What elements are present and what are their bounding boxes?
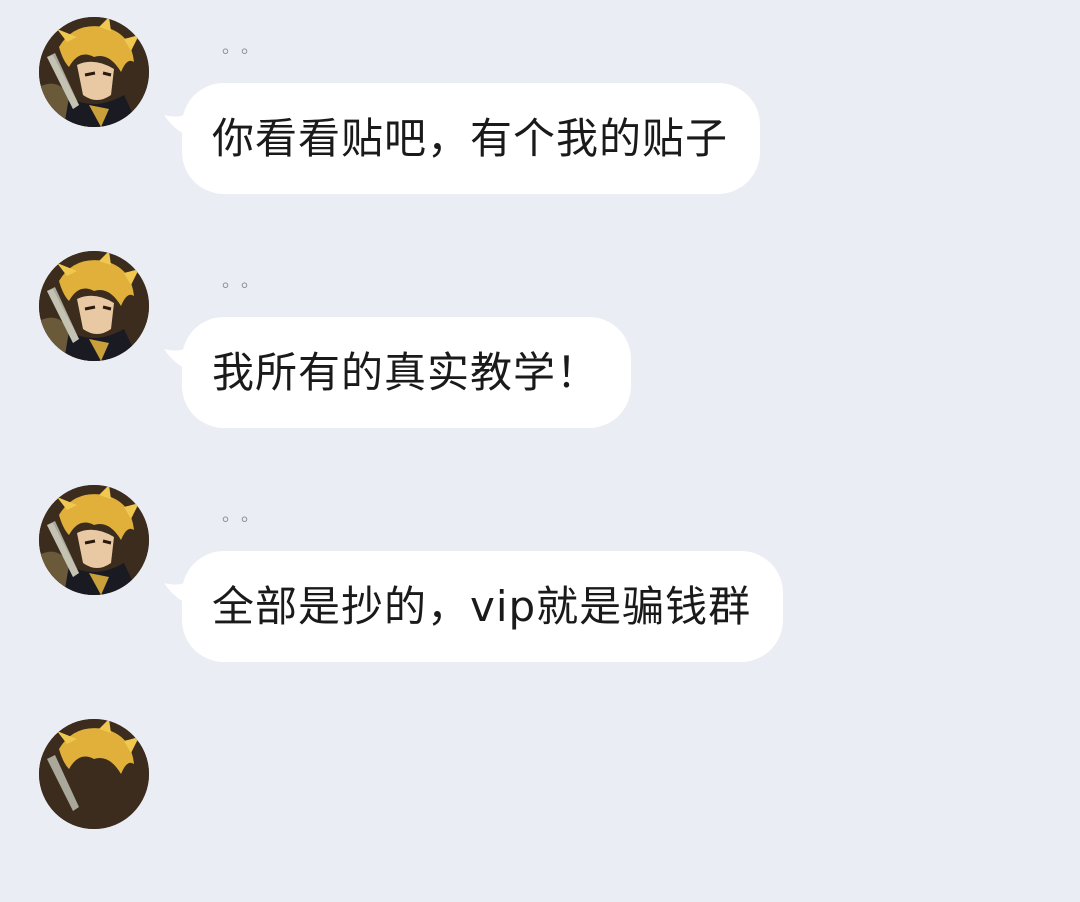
chat-message: 。。 你看看贴吧，有个我的贴子 (0, 0, 1080, 200)
chat-message-list: 。。 你看看贴吧，有个我的贴子 。。 我所有的真实教学！ 。。 全部是抄的，vi… (0, 0, 1080, 829)
sender-name: 。。 (222, 37, 269, 58)
message-text: 全部是抄的，vip就是骗钱群 (212, 582, 752, 631)
sender-avatar[interactable] (39, 485, 149, 595)
message-bubble-body: 全部是抄的，vip就是骗钱群 (182, 551, 784, 662)
message-bubble[interactable]: 全部是抄的，vip就是骗钱群 (164, 551, 784, 662)
sender-name: 。。 (222, 505, 269, 526)
message-bubble[interactable]: 你看看贴吧，有个我的贴子 (164, 83, 761, 194)
chat-message: 。。 全部是抄的，vip就是骗钱群 (0, 468, 1080, 668)
chat-message (0, 702, 1080, 902)
anime-character-avatar-icon (39, 485, 149, 595)
message-bubble-body: 我所有的真实教学！ (182, 317, 632, 428)
sender-avatar[interactable] (39, 17, 149, 127)
sender-avatar[interactable] (39, 719, 149, 829)
message-text: 你看看贴吧，有个我的贴子 (212, 114, 729, 163)
message-text: 我所有的真实教学！ (212, 348, 600, 397)
anime-character-avatar-icon (39, 251, 149, 361)
anime-character-avatar-icon (39, 17, 149, 127)
message-bubble[interactable]: 我所有的真实教学！ (164, 317, 632, 428)
sender-avatar[interactable] (39, 251, 149, 361)
message-bubble-body: 你看看贴吧，有个我的贴子 (182, 83, 761, 194)
chat-message: 。。 我所有的真实教学！ (0, 234, 1080, 434)
anime-character-avatar-icon (39, 719, 149, 829)
sender-name: 。。 (222, 271, 269, 292)
